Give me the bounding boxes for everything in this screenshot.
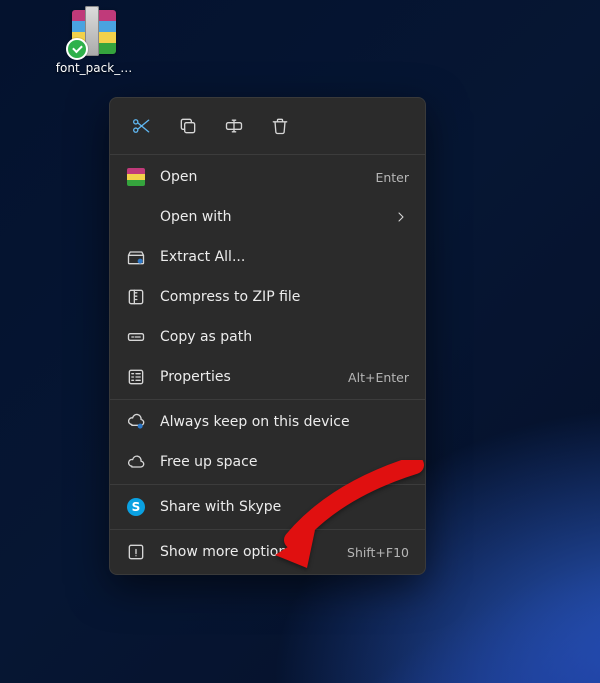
blank-icon	[126, 207, 146, 227]
menu-item-show-more-options[interactable]: Show more options Shift+F10	[110, 532, 425, 572]
separator	[110, 529, 425, 530]
winrar-icon	[126, 167, 146, 187]
cloud-sync-icon	[126, 412, 146, 432]
properties-icon	[126, 367, 146, 387]
menu-item-label: Always keep on this device	[160, 414, 409, 430]
menu-item-accelerator: Alt+Enter	[348, 370, 409, 385]
scissors-icon	[132, 116, 152, 136]
menu-item-label: Copy as path	[160, 329, 409, 345]
menu-item-always-keep[interactable]: Always keep on this device	[110, 402, 425, 442]
menu-item-free-up-space[interactable]: Free up space	[110, 442, 425, 482]
menu-item-label: Open	[160, 169, 375, 185]
menu-item-share-skype[interactable]: S Share with Skype	[110, 487, 425, 527]
skype-icon: S	[126, 497, 146, 517]
delete-button[interactable]	[262, 110, 298, 142]
quick-actions-row	[110, 98, 425, 152]
menu-item-open-with[interactable]: Open with	[110, 197, 425, 237]
cloud-icon	[126, 452, 146, 472]
menu-item-label: Share with Skype	[160, 499, 409, 515]
zip-icon	[126, 287, 146, 307]
menu-item-label: Extract All...	[160, 249, 409, 265]
separator	[110, 399, 425, 400]
rename-button[interactable]	[216, 110, 252, 142]
menu-item-label: Show more options	[160, 544, 347, 560]
desktop-file-item[interactable]: font_pack_…	[51, 8, 137, 75]
sync-checkmark-badge	[66, 38, 88, 60]
menu-item-label: Open with	[160, 209, 393, 225]
cut-button[interactable]	[124, 110, 160, 142]
copy-icon	[178, 116, 198, 136]
copy-button[interactable]	[170, 110, 206, 142]
menu-item-accelerator: Enter	[375, 170, 409, 185]
trash-icon	[270, 116, 290, 136]
context-menu: Open Enter Open with Extract All... Comp…	[109, 97, 426, 575]
rename-icon	[224, 116, 244, 136]
desktop[interactable]: font_pack_… Open Enter	[0, 0, 600, 683]
menu-item-label: Properties	[160, 369, 348, 385]
rar-archive-icon	[70, 8, 118, 56]
menu-item-accelerator: Shift+F10	[347, 545, 409, 560]
menu-item-compress[interactable]: Compress to ZIP file	[110, 277, 425, 317]
show-more-icon	[126, 542, 146, 562]
menu-item-copy-as-path[interactable]: Copy as path	[110, 317, 425, 357]
menu-item-extract-all[interactable]: Extract All...	[110, 237, 425, 277]
separator	[110, 154, 425, 155]
menu-item-label: Compress to ZIP file	[160, 289, 409, 305]
menu-item-label: Free up space	[160, 454, 409, 470]
copy-path-icon	[126, 327, 146, 347]
desktop-file-label: font_pack_…	[51, 61, 137, 75]
chevron-right-icon	[393, 209, 409, 225]
menu-item-properties[interactable]: Properties Alt+Enter	[110, 357, 425, 397]
extract-icon	[126, 247, 146, 267]
separator	[110, 484, 425, 485]
menu-item-open[interactable]: Open Enter	[110, 157, 425, 197]
